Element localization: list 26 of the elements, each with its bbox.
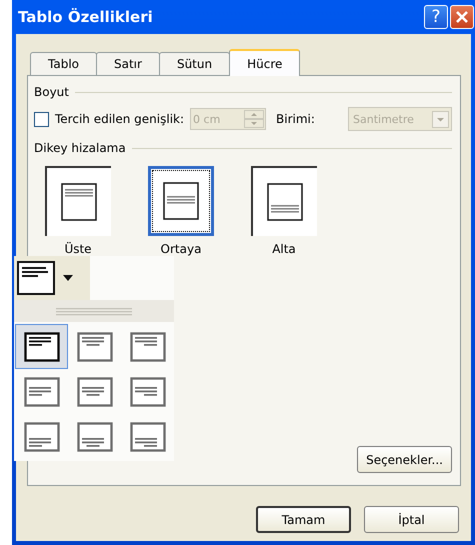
options-button[interactable]: Seçenekler... <box>357 446 452 473</box>
dropdown-arrow-icon[interactable] <box>62 274 74 282</box>
tab[interactable]: Sütun <box>158 52 230 75</box>
spin-arrows-icon <box>244 110 264 128</box>
alignment-label: Üste <box>64 242 92 256</box>
close-button[interactable] <box>450 5 474 29</box>
alignment-label: Alta <box>272 242 296 256</box>
alignment-option[interactable] <box>148 166 214 236</box>
align-top-left-icon[interactable] <box>16 260 56 296</box>
tab[interactable]: Tablo <box>30 52 97 75</box>
section-title: Dikey hizalama <box>34 141 126 155</box>
unit-label: Birimi: <box>276 112 316 126</box>
dialog-button[interactable]: Tamam <box>256 506 351 533</box>
tab[interactable]: Hücre <box>229 49 300 76</box>
checkbox-label: Tercih edilen genişlik: <box>55 112 184 126</box>
grip-handle-icon[interactable] <box>14 300 174 322</box>
alignment-option[interactable] <box>45 166 111 236</box>
section-title: Boyut <box>34 85 69 99</box>
close-icon <box>455 10 469 24</box>
alignment-label: Ortaya <box>160 242 202 256</box>
help-button[interactable]: ? <box>424 5 448 29</box>
tab[interactable]: Satır <box>96 52 160 75</box>
alignment-option[interactable] <box>251 166 317 236</box>
dialog-button[interactable]: İptal <box>364 506 459 533</box>
alignment-cell[interactable] <box>15 324 68 369</box>
window-title: Tablo Özellikleri <box>18 8 153 26</box>
